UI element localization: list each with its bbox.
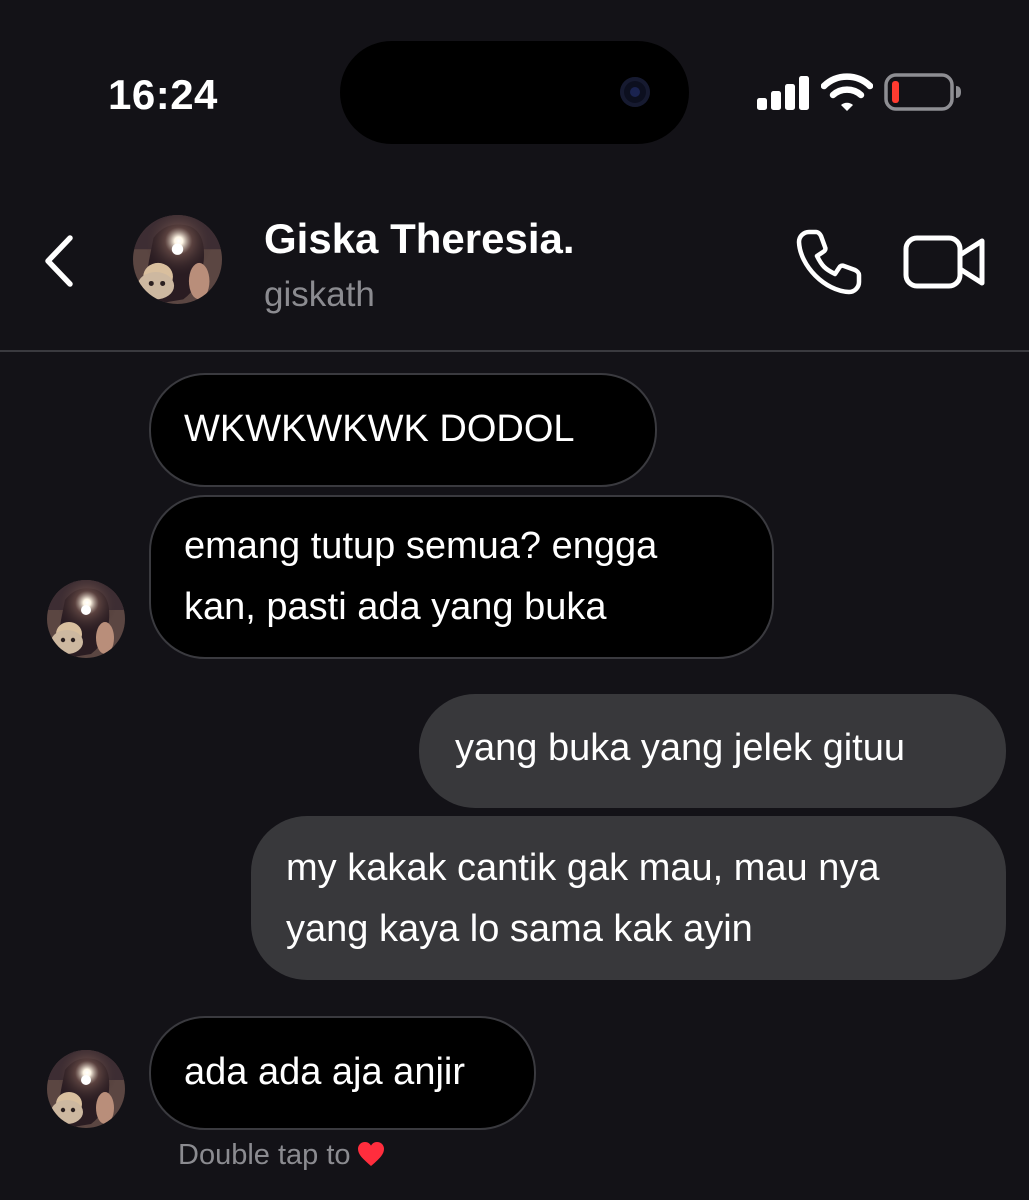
message-text: ada ada aja anjir bbox=[184, 1051, 465, 1093]
wifi-icon bbox=[821, 73, 873, 111]
call-button[interactable] bbox=[795, 228, 863, 296]
message-bubble-incoming[interactable]: ada ada aja anjir bbox=[149, 1016, 536, 1130]
message-bubble-incoming[interactable]: emang tutup semua? engga kan, pasti ada … bbox=[149, 495, 774, 659]
dynamic-island bbox=[340, 41, 689, 144]
message-text-line: kan, pasti ada yang buka bbox=[184, 586, 607, 628]
front-camera-icon bbox=[620, 77, 650, 107]
message-bubble-outgoing[interactable]: my kakak cantik gak mau, mau nya yang ka… bbox=[251, 816, 1006, 980]
message-text-line: emang tutup semua? engga bbox=[184, 525, 658, 567]
message-text-line: yang kaya lo sama kak ayin bbox=[286, 908, 753, 950]
reaction-hint-text: Double tap to bbox=[178, 1139, 351, 1171]
message-text: WKWKWKWK DODOL bbox=[184, 408, 575, 450]
video-camera-icon bbox=[903, 235, 985, 289]
video-call-button[interactable] bbox=[903, 233, 987, 291]
battery-low-icon bbox=[884, 73, 961, 111]
header-divider bbox=[0, 350, 1029, 352]
phone-icon bbox=[796, 229, 862, 295]
cellular-signal-icon bbox=[757, 76, 809, 110]
message-bubble-incoming[interactable]: WKWKWKWK DODOL bbox=[149, 373, 657, 487]
message-bubble-outgoing[interactable]: yang buka yang jelek gituu bbox=[419, 694, 1006, 808]
contact-name[interactable]: Giska Theresia. bbox=[264, 212, 575, 266]
double-tap-reaction-hint: Double tap to bbox=[178, 1137, 385, 1173]
chevron-left-icon bbox=[45, 235, 73, 287]
status-time: 16:24 bbox=[108, 71, 218, 118]
back-button[interactable] bbox=[36, 232, 88, 290]
heart-icon bbox=[357, 1142, 384, 1166]
message-text: yang buka yang jelek gituu bbox=[455, 727, 905, 769]
contact-username: giskath bbox=[264, 275, 375, 314]
message-text-line: my kakak cantik gak mau, mau nya bbox=[286, 847, 880, 889]
contact-avatar-small[interactable] bbox=[47, 580, 125, 658]
contact-avatar-small[interactable] bbox=[47, 1050, 125, 1128]
contact-avatar[interactable] bbox=[133, 215, 222, 304]
